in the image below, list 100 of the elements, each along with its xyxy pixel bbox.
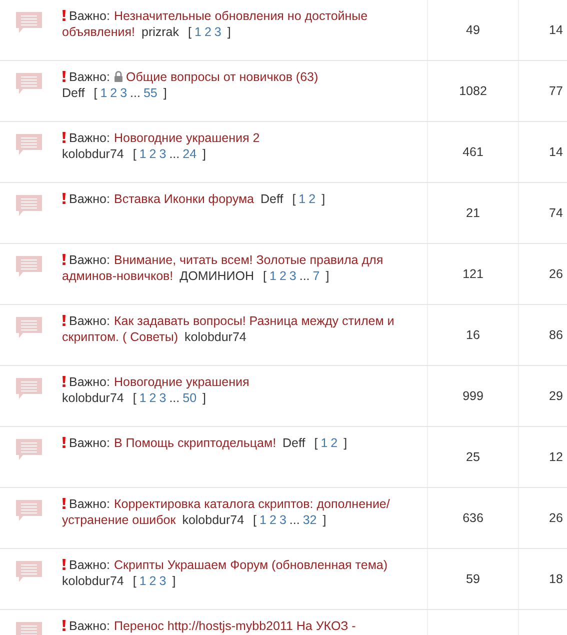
page-bracket: [ <box>188 25 192 39</box>
author-link[interactable]: kolobdur74 <box>182 513 244 527</box>
page-ellipsis: ... <box>299 269 310 283</box>
page-bracket: [ <box>314 436 318 450</box>
important-label: Важно: <box>69 253 110 267</box>
reply-count: 461 <box>462 145 484 159</box>
page-link[interactable]: 3 <box>120 86 128 100</box>
topic-link[interactable]: админов-новичков! <box>62 269 174 283</box>
page-link[interactable]: 32 <box>302 513 317 527</box>
page-link[interactable]: 1 <box>320 436 328 450</box>
page-link[interactable]: 1 <box>269 269 276 283</box>
reply-count: 49 <box>466 23 480 37</box>
important-label: Важно: <box>69 619 110 633</box>
important-label: Важно: <box>69 436 110 450</box>
page-link[interactable]: 1 <box>139 147 146 161</box>
page-bracket: ] <box>227 25 231 39</box>
message-icon <box>16 73 42 95</box>
page-bracket: ] <box>163 86 167 100</box>
exclamation-icon <box>62 315 66 326</box>
topic-link[interactable]: устранение ошибок <box>62 513 176 527</box>
page-link[interactable]: 2 <box>204 25 212 39</box>
message-icon <box>16 317 42 339</box>
page-link[interactable]: 3 <box>214 25 222 39</box>
topic-link[interactable]: Новогодние украшения <box>114 375 250 389</box>
author-link[interactable]: Deff <box>282 436 306 450</box>
author-link[interactable]: kolobdur74 <box>184 330 246 344</box>
important-label: Важно: <box>69 9 110 23</box>
page-bracket: [ <box>94 86 98 100</box>
important-label: Важно: <box>69 131 110 145</box>
topic-link[interactable]: В Помощь скриптодельцам! <box>114 436 276 450</box>
page-link[interactable]: 1 <box>260 513 266 527</box>
page-link[interactable]: 24 <box>182 147 197 161</box>
page-link[interactable]: 55 <box>143 86 158 100</box>
page-bracket: [ <box>263 269 266 283</box>
page-link[interactable]: 2 <box>149 574 156 588</box>
page-link[interactable]: 1 <box>139 574 146 588</box>
page-link[interactable]: 2 <box>269 513 276 527</box>
author-link[interactable]: kolobdur74 <box>62 147 124 161</box>
view-count: 14 <box>549 145 563 159</box>
reply-count: 121 <box>462 267 484 281</box>
page-bracket: ] <box>202 147 206 161</box>
author-link[interactable]: prizrak <box>142 25 180 39</box>
topic-link[interactable]: Корректировка каталога скриптов: дополнение/ <box>114 497 390 511</box>
page-ellipsis: ... <box>169 147 180 161</box>
author-link[interactable]: kolobdur74 <box>62 391 124 405</box>
page-bracket: ] <box>322 192 326 206</box>
page-link[interactable]: 1 <box>298 192 306 206</box>
important-label: Важно: <box>69 192 110 206</box>
page-link[interactable]: 1 <box>100 86 108 100</box>
topic-link[interactable]: Вставка Иконки форума <box>114 192 254 206</box>
view-count: 74 <box>549 206 563 220</box>
exclamation-icon <box>62 620 66 631</box>
page-link[interactable]: 2 <box>149 147 156 161</box>
page-link[interactable]: 1 <box>194 25 202 39</box>
message-icon <box>16 378 42 400</box>
reply-count: 1082 <box>459 84 487 98</box>
page-link[interactable]: 2 <box>279 269 286 283</box>
page-ellipsis: ... <box>289 513 300 527</box>
topic-link[interactable]: Как задавать вопросы! Разница между стилем и <box>114 314 394 328</box>
page-link[interactable]: 50 <box>182 391 197 405</box>
page-bracket: ] <box>344 436 348 450</box>
page-link[interactable]: 2 <box>110 86 118 100</box>
page-link[interactable]: 7 <box>312 269 320 283</box>
author-link[interactable]: kolobdur74 <box>62 574 124 588</box>
author-link[interactable]: Deff <box>260 192 284 206</box>
message-icon <box>16 12 42 34</box>
topic-link[interactable]: Незначительные обновления но достойные <box>114 9 368 23</box>
reply-count: 636 <box>462 511 484 525</box>
page-link[interactable]: 2 <box>308 192 316 206</box>
author-link[interactable]: Deff <box>62 86 85 100</box>
author-link[interactable]: ДОМИНИОН <box>180 269 254 283</box>
topic-link[interactable]: Общие вопросы от новичков (63) <box>126 70 318 84</box>
page-link[interactable]: 3 <box>279 513 286 527</box>
topic-link[interactable]: объявления! <box>62 25 136 39</box>
page-link[interactable]: 3 <box>159 147 166 161</box>
message-icon <box>16 195 42 217</box>
topic-link[interactable]: Скрипты Украшаем Форум (обновленная тема) <box>114 558 388 572</box>
message-icon <box>16 500 42 522</box>
important-label: Важно: <box>69 558 110 572</box>
topic-link[interactable]: скриптом. ( Советы) <box>62 330 178 344</box>
important-label: Важно: <box>69 375 110 389</box>
message-icon <box>16 561 42 583</box>
page-bracket: ] <box>326 269 330 283</box>
message-icon <box>16 256 42 278</box>
page-link[interactable]: 3 <box>159 391 166 405</box>
page-link[interactable]: 3 <box>289 269 296 283</box>
page-link[interactable]: 2 <box>330 436 338 450</box>
page-link[interactable]: 2 <box>149 391 156 405</box>
exclamation-icon <box>62 10 66 21</box>
topic-link[interactable]: Перенос http://hostjs-mybb2011 На УКОЗ - <box>114 619 356 633</box>
page-bracket: ] <box>202 391 206 405</box>
page-ellipsis: ... <box>169 391 180 405</box>
topic-link[interactable]: Новогодние украшения 2 <box>114 131 260 145</box>
page-link[interactable]: 1 <box>139 391 146 405</box>
topic-link[interactable]: Внимание, читать всем! Золотые правила для <box>114 253 384 267</box>
reply-count: 21 <box>466 206 480 220</box>
view-count: 18 <box>549 572 563 586</box>
page-link[interactable]: 3 <box>159 574 166 588</box>
reply-count: 999 <box>462 389 484 403</box>
exclamation-icon <box>62 376 66 387</box>
